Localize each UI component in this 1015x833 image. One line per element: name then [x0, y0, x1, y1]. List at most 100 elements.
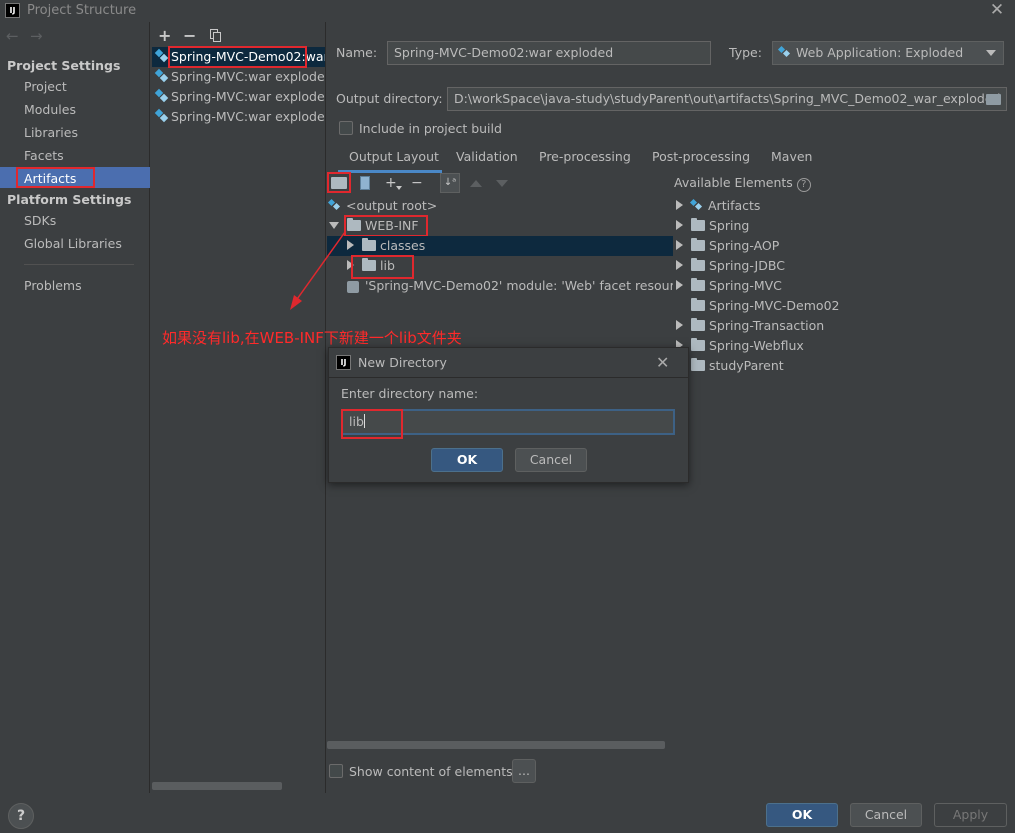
tree-row-output-root[interactable]: <output root>	[327, 196, 673, 216]
tab-maven[interactable]: Maven	[771, 149, 812, 169]
expand-icon[interactable]	[676, 280, 683, 290]
dialog-close-icon[interactable]: ✕	[656, 353, 669, 372]
artifact-icon	[154, 88, 169, 103]
sidebar-item-problems[interactable]: Problems	[24, 278, 82, 293]
highlight-box-input	[341, 409, 403, 439]
add-icon[interactable]: +	[158, 26, 171, 45]
layout-scrollbar[interactable]	[327, 741, 665, 749]
available-item[interactable]: Spring-AOP	[676, 236, 1006, 256]
dialog-title: New Directory	[358, 355, 447, 370]
sort-icon[interactable]: ↓ᵃ	[440, 173, 460, 193]
intellij-logo-icon: IJ	[5, 3, 20, 18]
available-item[interactable]: studyParent	[691, 356, 1006, 376]
expand-icon[interactable]	[676, 220, 683, 230]
artifact-label: Spring-MVC:war exploded	[171, 89, 325, 104]
chevron-down-icon	[986, 50, 996, 56]
sidebar-item-facets[interactable]: Facets	[24, 148, 64, 163]
module-folder-icon	[691, 318, 705, 331]
move-up-icon[interactable]	[470, 180, 482, 187]
artifact-item[interactable]: Spring-MVC:war exploded	[152, 107, 325, 127]
archive-icon[interactable]	[360, 176, 370, 190]
sidebar-item-project[interactable]: Project	[24, 79, 67, 94]
expand-icon[interactable]	[676, 320, 683, 330]
available-item[interactable]: Spring-MVC-Demo02	[691, 296, 1006, 316]
sidebar-divider	[24, 264, 134, 265]
show-content-checkbox[interactable]	[329, 764, 343, 778]
module-folder-icon	[691, 338, 705, 351]
expand-icon[interactable]	[676, 240, 683, 250]
available-item[interactable]: Artifacts	[676, 196, 1006, 216]
show-content-label: Show content of elements	[349, 764, 513, 779]
facet-resources-label: 'Spring-MVC-Demo02' module: 'Web' facet …	[365, 278, 673, 293]
type-label: Type:	[729, 45, 762, 60]
artifact-label: Spring-MVC:war exploded	[171, 69, 325, 84]
add-element-icon[interactable]: +	[385, 175, 397, 191]
output-directory-field[interactable]: D:\workSpace\java-study\studyParent\out\…	[447, 87, 1007, 111]
name-field[interactable]: Spring-MVC-Demo02:war exploded	[387, 41, 711, 65]
tab-pre-processing[interactable]: Pre-processing	[539, 149, 631, 169]
available-item-label: Spring	[709, 218, 750, 233]
tree-row-facet-resources[interactable]: 'Spring-MVC-Demo02' module: 'Web' facet …	[347, 276, 673, 296]
available-item[interactable]: Spring	[676, 216, 1006, 236]
available-item-label: Spring-Webflux	[709, 338, 804, 353]
artifact-label: Spring-MVC:war exploded	[171, 109, 325, 124]
cancel-button[interactable]: Cancel	[850, 803, 922, 827]
remove-element-icon[interactable]: −	[411, 175, 423, 191]
available-item-label: Spring-MVC-Demo02	[709, 298, 840, 313]
module-folder-icon	[691, 298, 705, 311]
remove-icon[interactable]: −	[183, 26, 196, 45]
available-item[interactable]: Spring-Transaction	[676, 316, 1006, 336]
include-in-build-checkbox[interactable]	[339, 121, 353, 135]
type-select[interactable]: Web Application: Exploded	[772, 41, 1004, 65]
ok-button[interactable]: OK	[766, 803, 838, 827]
sidebar-item-global-libraries[interactable]: Global Libraries	[24, 236, 122, 251]
copy-icon[interactable]	[210, 29, 222, 42]
project-settings-header: Project Settings	[7, 58, 121, 73]
expand-icon[interactable]	[676, 200, 683, 210]
help-button[interactable]: ?	[8, 803, 34, 829]
tab-post-processing[interactable]: Post-processing	[652, 149, 750, 169]
module-folder-icon	[691, 258, 705, 271]
artifact-icon	[154, 108, 169, 123]
dropdown-arrow-icon	[396, 186, 402, 190]
annotation-text: 如果没有lib,在WEB-INF下新建一个lib文件夹	[162, 329, 462, 347]
annotation-arrow	[290, 231, 346, 310]
module-folder-icon	[691, 238, 705, 251]
available-item[interactable]: Spring-Webflux	[676, 336, 1006, 356]
artifact-list-scrollbar[interactable]	[152, 782, 282, 790]
apply-button[interactable]: Apply	[934, 803, 1007, 827]
available-item[interactable]: Spring-JDBC	[676, 256, 1006, 276]
sidebar-item-sdks[interactable]: SDKs	[24, 213, 56, 228]
dialog-ok-button[interactable]: OK	[431, 448, 503, 472]
artifact-icon	[154, 68, 169, 83]
dialog-cancel-button[interactable]: Cancel	[515, 448, 587, 472]
classes-label: classes	[380, 238, 426, 253]
ellipsis-button[interactable]: ...	[512, 759, 536, 783]
help-icon[interactable]: ?	[796, 178, 811, 192]
highlight-box-artifact	[168, 46, 307, 68]
highlight-box-new-folder	[327, 172, 351, 193]
highlight-box-web-inf	[344, 215, 428, 237]
available-item[interactable]: Spring-MVC	[676, 276, 1006, 296]
sidebar-item-libraries[interactable]: Libraries	[24, 125, 78, 140]
include-in-build-label: Include in project build	[359, 121, 502, 136]
close-icon[interactable]: ✕	[988, 0, 1006, 20]
tree-row-classes[interactable]: classes	[327, 236, 673, 256]
artifact-item[interactable]: Spring-MVC:war exploded	[152, 67, 325, 87]
browse-folder-icon[interactable]	[986, 94, 1001, 105]
module-folder-icon	[691, 218, 705, 231]
module-folder-icon	[691, 358, 705, 371]
output-root-label: <output root>	[346, 198, 438, 213]
expand-icon[interactable]	[676, 260, 683, 270]
sidebar-item-modules[interactable]: Modules	[24, 102, 76, 117]
web-app-icon	[777, 45, 791, 58]
tab-validation[interactable]: Validation	[456, 149, 518, 169]
output-directory-label: Output directory:	[336, 91, 443, 106]
arrow-right-icon[interactable]: →	[30, 27, 43, 45]
artifact-item[interactable]: Spring-MVC:war exploded	[152, 87, 325, 107]
active-tab-indicator	[338, 170, 442, 173]
dialog-divider	[329, 377, 688, 378]
move-down-icon[interactable]	[496, 180, 508, 187]
tab-output-layout[interactable]: Output Layout	[349, 149, 439, 169]
arrow-left-icon[interactable]: ←	[6, 27, 19, 45]
